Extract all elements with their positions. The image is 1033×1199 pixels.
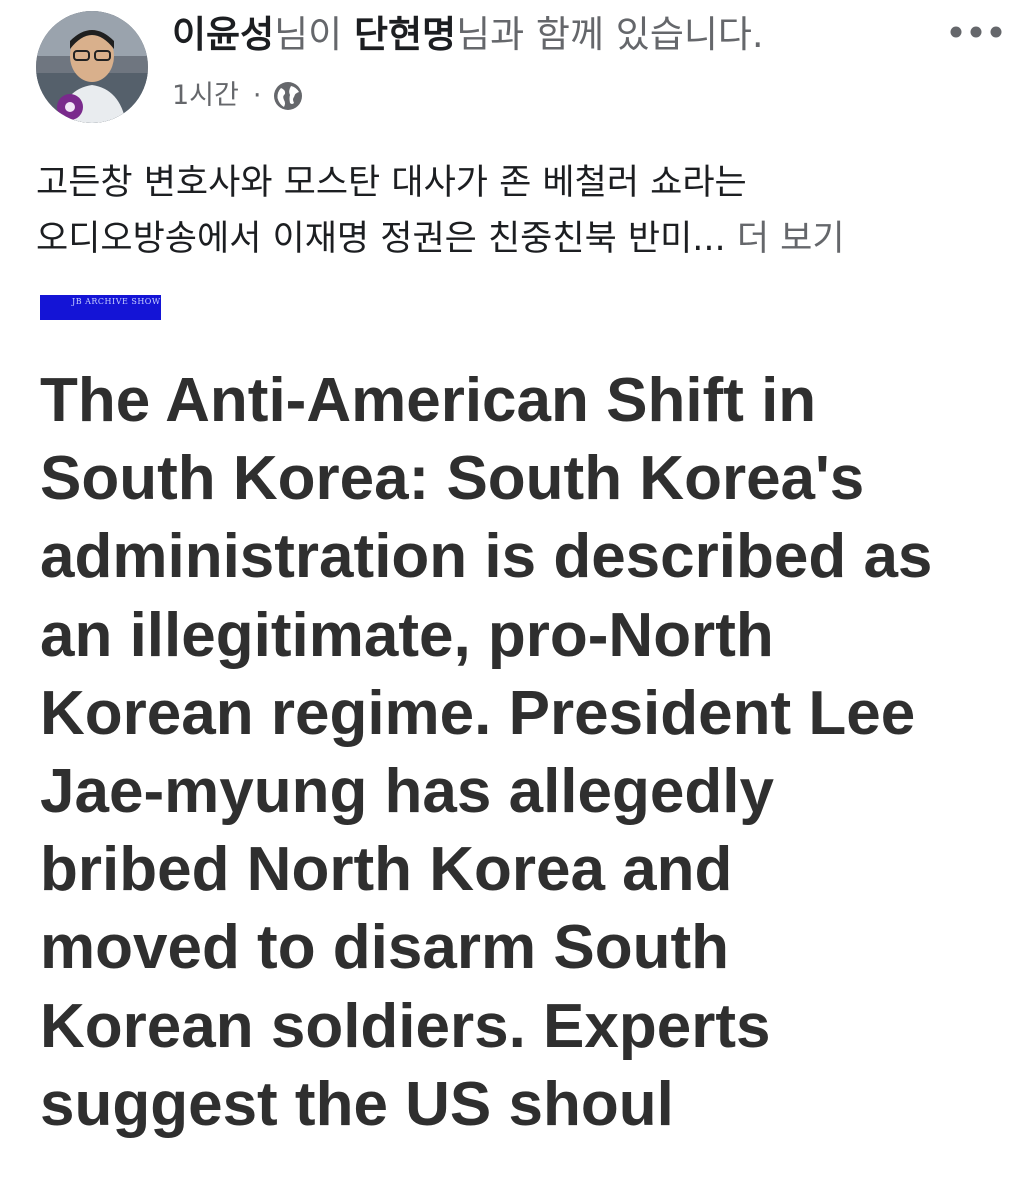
headline-line: Jae-myung has allegedly xyxy=(40,757,774,827)
headline-line: an illegitimate, pro-North xyxy=(40,600,774,670)
headline-line: suggest the US shoul xyxy=(40,1069,674,1139)
globe-icon[interactable] xyxy=(273,81,303,111)
show-banner[interactable]: JB ARCHIVE SHOW xyxy=(40,295,161,320)
post-body-line: 고든창 변호사와 모스탄 대사가 존 베철러 쇼라는 xyxy=(36,163,747,203)
headline-line: bribed North Korea and xyxy=(40,835,733,905)
meta-separator: · xyxy=(252,80,262,111)
headline-line: Korean soldiers. Experts xyxy=(40,991,771,1061)
post-meta: 1시간 · xyxy=(172,78,303,114)
author-name[interactable]: 이윤성 xyxy=(172,13,274,56)
more-horizontal-icon[interactable] xyxy=(946,22,1006,42)
headline-line: administration is described as xyxy=(40,522,933,592)
avatar-photo xyxy=(36,11,148,123)
banner-logo-text: JB ARCHIVE SHOW xyxy=(72,297,161,306)
author-suffix: 님이 xyxy=(274,13,354,56)
headline-line: Korean regime. President Lee xyxy=(40,678,916,748)
tagged-name[interactable]: 단현명 xyxy=(354,13,456,56)
facebook-post: 이윤성님이 단현명님과 함께 있습니다. 1시간 · 고든창 변호사와 모스탄 … xyxy=(0,0,1033,1199)
post-body-line-with-more: 오디오방송에서 이재명 정권은 친중친북 반미... 더 보기 xyxy=(36,211,1011,267)
image-headline[interactable]: The Anti-American Shift in South Korea: … xyxy=(40,362,1030,1144)
headline-line: moved to disarm South xyxy=(40,913,729,983)
post-body: 고든창 변호사와 모스탄 대사가 존 베철러 쇼라는 오디오방송에서 이재명 정… xyxy=(36,155,1011,267)
tagged-suffix: 님과 함께 있습니다. xyxy=(456,13,764,56)
post-header: 이윤성님이 단현명님과 함께 있습니다. xyxy=(172,12,764,58)
avatar[interactable] xyxy=(36,11,148,123)
headline-line: The Anti-American Shift in xyxy=(40,366,817,435)
post-body-line: 오디오방송에서 이재명 정권은 친중친북 반미... xyxy=(36,219,737,259)
see-more-link[interactable]: 더 보기 xyxy=(737,219,845,259)
timestamp[interactable]: 1시간 xyxy=(172,78,239,114)
headline-line: South Korea: South Korea's xyxy=(40,444,865,514)
